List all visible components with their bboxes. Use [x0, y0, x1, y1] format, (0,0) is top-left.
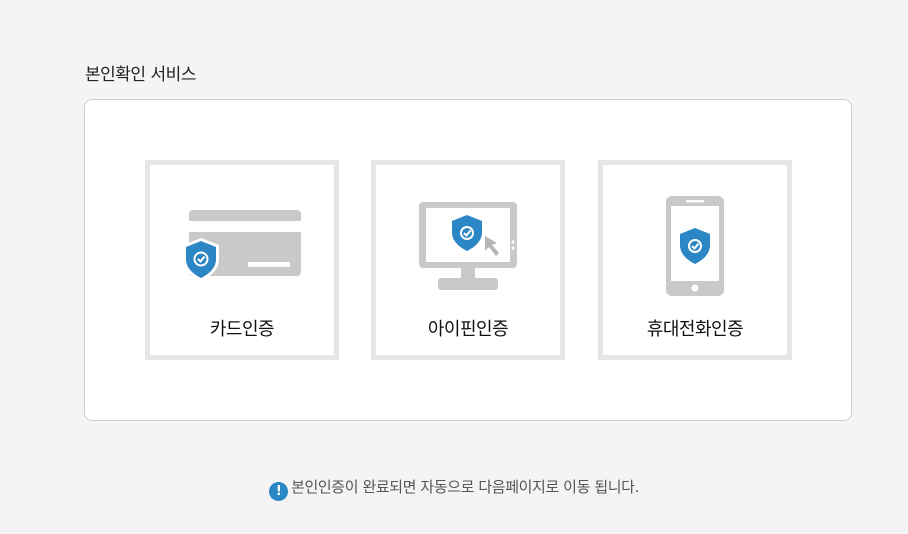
redirect-notice-text: 본인인증이 완료되면 자동으로 다음페이지로 이동 됩니다.: [291, 478, 639, 496]
exclamation-circle-icon: !: [269, 482, 289, 501]
redirect-notice: ! 본인인증이 완료되면 자동으로 다음페이지로 이동 됩니다.: [0, 476, 908, 501]
section-title: 본인확인 서비스: [85, 65, 196, 85]
ipin-verification-label: 아이핀인증: [427, 319, 509, 340]
ipin-verification-button[interactable]: 아이핀인증: [371, 160, 565, 360]
mobile-verification-label: 휴대전화인증: [646, 319, 744, 340]
mobile-verification-button[interactable]: 휴대전화인증: [598, 160, 792, 360]
verification-panel: 카드인증 아이핀인증 휴대전화인증: [84, 99, 852, 421]
card-verification-button[interactable]: 카드인증: [145, 160, 339, 360]
card-verification-label: 카드인증: [209, 319, 275, 340]
